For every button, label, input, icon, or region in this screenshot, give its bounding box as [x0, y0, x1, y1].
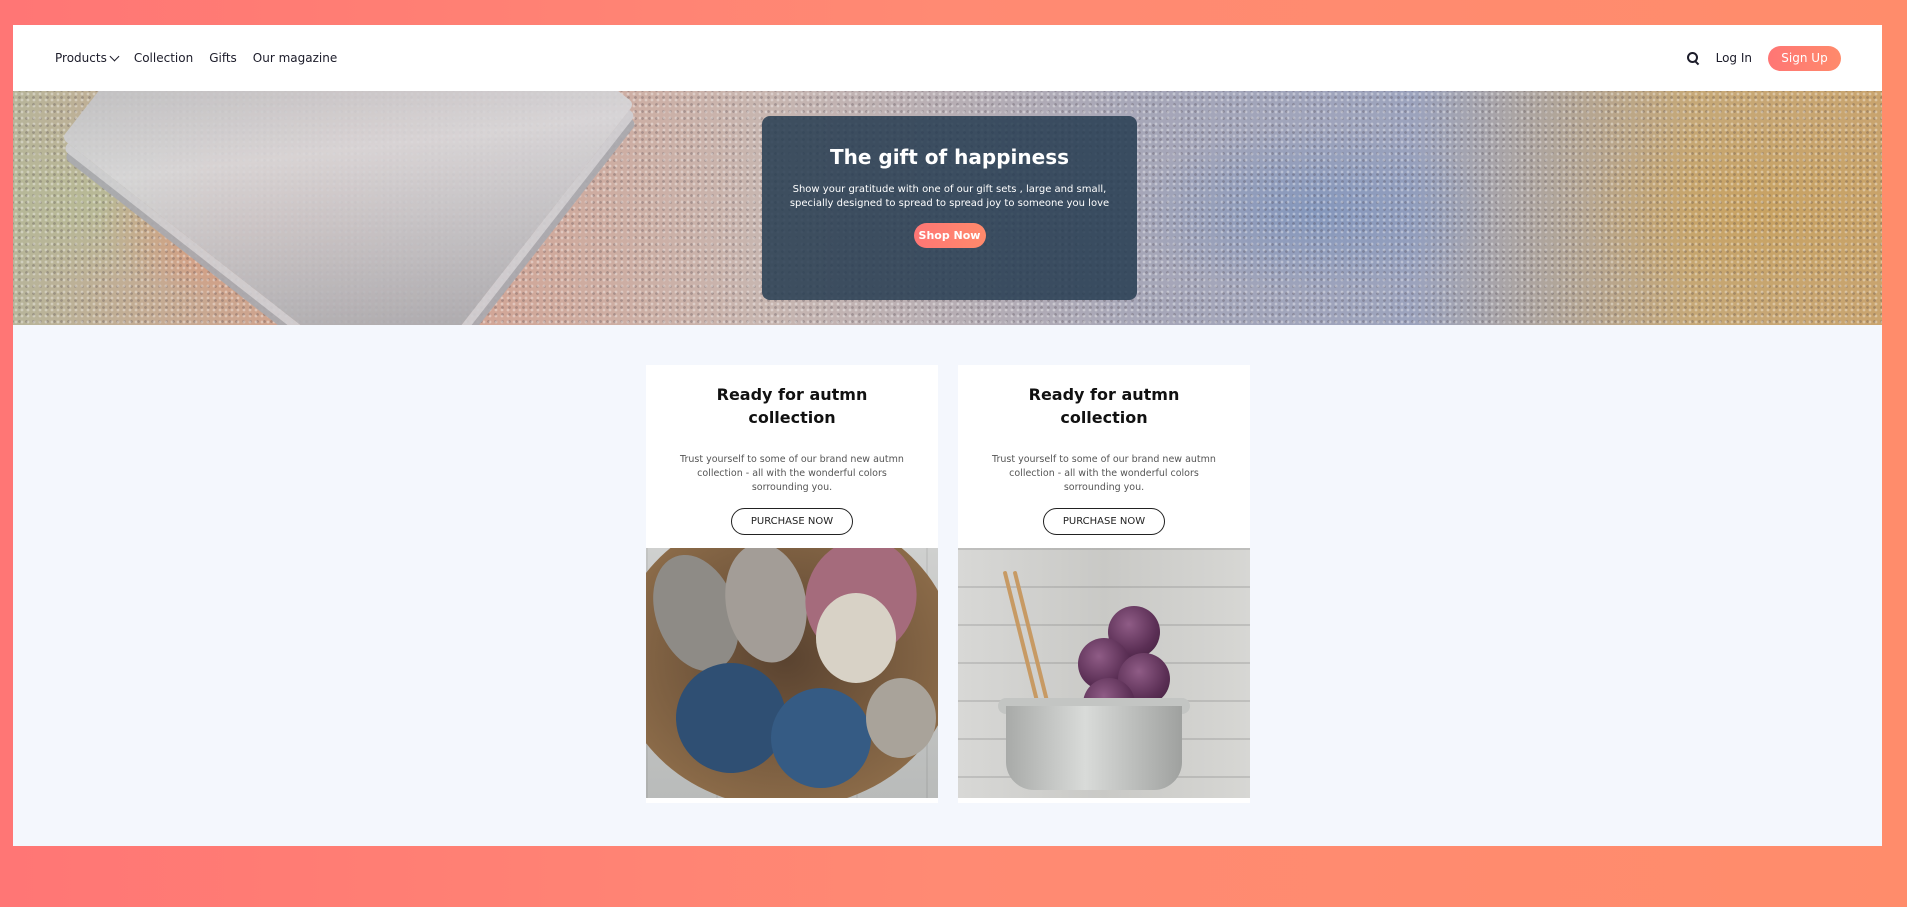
nav-magazine[interactable]: Our magazine [253, 51, 337, 65]
nav-gifts[interactable]: Gifts [209, 51, 237, 65]
card-text: Trust yourself to some of our brand new … [680, 454, 904, 493]
nav-collection[interactable]: Collection [134, 51, 193, 65]
login-link[interactable]: Log In [1716, 51, 1752, 65]
card-title: Ready for autmn collection [1028, 385, 1180, 427]
purchase-now-button[interactable]: PURCHASE NOW [731, 508, 853, 535]
hero-text: Show your gratitude with one of our gift… [789, 184, 1110, 209]
hero-banner: The gift of happiness Show your gratitud… [13, 91, 1882, 325]
purchase-now-button[interactable]: PURCHASE NOW [1043, 508, 1165, 535]
page-frame: Products Collection Gifts Our magazine L… [13, 25, 1882, 846]
card-text: Trust yourself to some of our brand new … [992, 454, 1216, 493]
nav-products-label: Products [55, 51, 107, 65]
product-card: Ready for autmn collection Trust yoursel… [958, 365, 1250, 803]
top-navbar: Products Collection Gifts Our magazine L… [13, 25, 1882, 91]
product-card: Ready for autmn collection Trust yoursel… [646, 365, 938, 803]
nav-actions: Log In Sign Up [1686, 45, 1841, 71]
nav-products[interactable]: Products [55, 51, 120, 65]
hero-card: The gift of happiness Show your gratitud… [762, 116, 1137, 300]
yarn-bucket-image [958, 548, 1250, 798]
skein-taupe [866, 678, 936, 758]
yarn-basket-image [646, 548, 938, 798]
nav-links: Products Collection Gifts Our magazine [55, 51, 353, 65]
hero-title: The gift of happiness [829, 145, 1070, 169]
chevron-down-icon [109, 51, 120, 61]
card-title: Ready for autmn collection [716, 385, 868, 427]
search-icon[interactable] [1686, 51, 1700, 65]
metal-bucket [1006, 706, 1182, 790]
skein-cream [816, 593, 896, 683]
shop-now-button[interactable]: Shop Now [913, 223, 986, 248]
signup-button[interactable]: Sign Up [1768, 45, 1841, 71]
